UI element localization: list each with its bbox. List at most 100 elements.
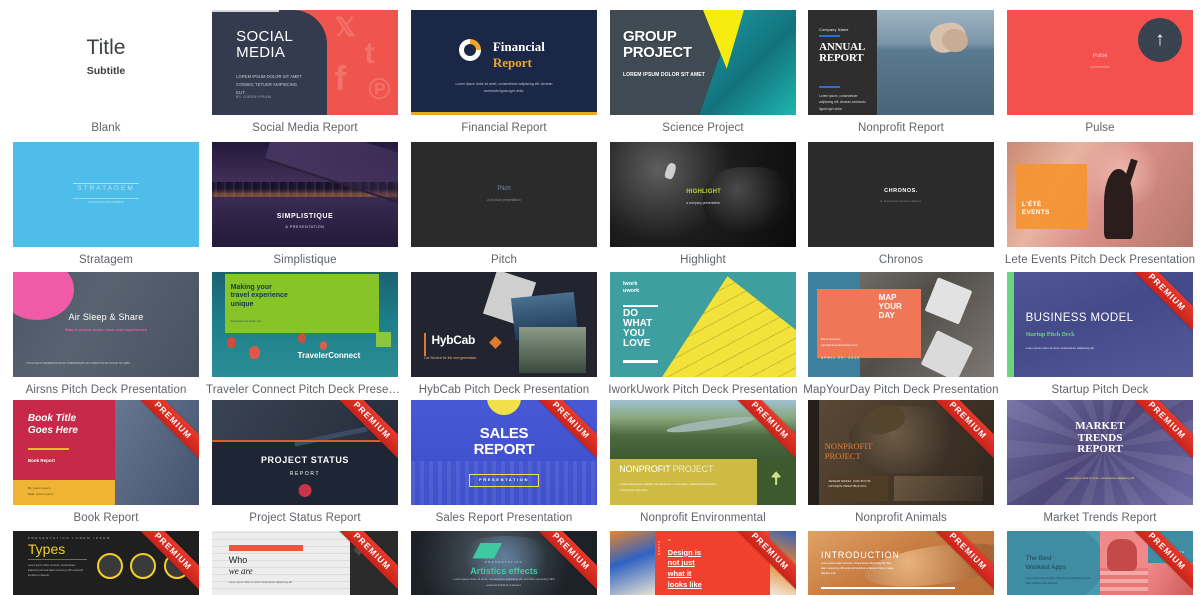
template-thumbnail-nonprofit-animals[interactable]: NONPROFIT PROJECT AENEAN MASSA. CUM SOCI… [808, 400, 994, 505]
template-card-highlight[interactable]: HIGHLIGHT a company presentation Highlig… [610, 142, 797, 270]
thumb-photo [874, 10, 994, 115]
template-card-blank[interactable]: Title Subtitle Blank [13, 10, 200, 140]
template-card-chronos[interactable]: CHRONOS. a business presentation Chronos [808, 142, 995, 270]
template-card-artistic-effects[interactable]: PRESENTATION Artistics effects Lorem ips… [411, 531, 598, 595]
thumb-background: Pitch a product presentation [411, 142, 597, 247]
template-card-market-trends-report[interactable]: MARKET TRENDS REPORT Lorem ipsum dolor s… [1007, 400, 1194, 530]
template-card-nonprofit-animals[interactable]: NONPROFIT PROJECT AENEAN MASSA. CUM SOCI… [808, 400, 995, 530]
template-thumbnail-mapyourday[interactable]: MAP YOUR DAY Name Surname name@nameofcom… [808, 272, 994, 377]
thumb-body: Name Surname name@nameofcompany.com [821, 337, 858, 347]
thumb-rule [72, 182, 140, 184]
template-thumbnail-pulse[interactable]: ↑ Pulse a presentation [1007, 10, 1193, 115]
template-caption: Startup Pitch Deck [1051, 384, 1149, 396]
thumb-rule [623, 360, 659, 363]
thumb-side-panel [808, 400, 820, 505]
template-thumbnail-project-status-report[interactable]: PROJECT STATUS REPORT PREMIUM [212, 400, 398, 505]
thumb-background: SIMPLISTIQUE A PRESENTATION [212, 142, 398, 247]
template-card-startup-pitch-deck[interactable]: BUSINESS MODEL Startup Pitch Deck Lorem … [1007, 272, 1194, 400]
template-card-design-quote[interactable]: ““ QUOTE Design is not just what it look… [610, 531, 797, 595]
decorative-glyph: f [334, 60, 347, 99]
thumb-eyebrow: Company Name [819, 27, 849, 32]
photo-rock [703, 167, 789, 233]
thumb-title: MAP YOUR DAY [878, 293, 902, 321]
donut-chart-icon [459, 39, 482, 62]
template-thumbnail-science-project[interactable]: GROUP PROJECT LOREM IPSUM DOLOR SIT AMET [610, 10, 796, 115]
thumb-side-label: QUOTE [658, 540, 662, 556]
template-card-mapyourday[interactable]: MAP YOUR DAY Name Surname name@nameofcom… [803, 272, 999, 400]
thumb-title: PROJECT STATUS [260, 454, 350, 465]
template-thumbnail-sales-report[interactable]: SALES REPORT PRESENTATION PREMIUM [411, 400, 597, 505]
template-caption: MapYourDay Pitch Deck Presentation [803, 384, 999, 396]
thumb-subtitle: Startup Pitch Deck [1025, 331, 1075, 338]
template-thumbnail-introduction[interactable]: INTRODUCTION Lorem ipsum dolor sit amet,… [808, 531, 994, 595]
template-thumbnail-nonprofit-environmental[interactable]: NONPROFIT PROJECT Lorem ipsum porta, fri… [610, 400, 796, 505]
template-caption: HybCab Pitch Deck Presentation [418, 384, 590, 396]
thumb-body: AENEAN MASSA. CUM SOCIIS NATOQUE PENATIB… [828, 479, 871, 488]
template-card-pitch[interactable]: Pitch a product presentation Pitch [411, 142, 598, 270]
template-card-best-workout-apps[interactable]: The Best Workout Apps Lorem ipsum dolor … [1007, 531, 1194, 595]
thumb-subtitle: a product presentation [487, 197, 521, 202]
template-caption: Social Media Report [252, 122, 358, 134]
template-thumbnail-nonprofit-report[interactable]: Company Name ANNUAL REPORT Lorem ipsum, … [808, 10, 994, 115]
template-card-project-status-report[interactable]: PROJECT STATUS REPORT PREMIUM Project St… [212, 400, 399, 530]
template-thumbnail-chronos[interactable]: CHRONOS. a business presentation [808, 142, 994, 247]
template-thumbnail-book-report[interactable]: Book Title Goes Here Book Report By: Lor… [13, 400, 199, 505]
template-caption: Nonprofit Animals [855, 512, 947, 524]
template-thumbnail-stratagem[interactable]: STRATAGEM a business presentation [13, 142, 199, 247]
template-card-hybcab[interactable]: HybCab Car Service for the new generatio… [411, 272, 598, 400]
template-thumbnail-design-quote[interactable]: ““ QUOTE Design is not just what it look… [610, 531, 796, 595]
briefcase-icon [375, 331, 391, 347]
template-thumbnail-market-trends-report[interactable]: MARKET TRENDS REPORT Lorem ipsum dolor s… [1007, 400, 1193, 505]
template-thumbnail-startup-pitch-deck[interactable]: BUSINESS MODEL Startup Pitch Deck Lorem … [1007, 272, 1193, 377]
template-card-airsns[interactable]: Air Sleep & Share Stay in a local home, … [13, 272, 200, 400]
template-card-pulse[interactable]: ↑ Pulse a presentation Pulse [1007, 10, 1194, 140]
thumb-color-block [1016, 164, 1087, 230]
template-thumbnail-simplistique[interactable]: SIMPLISTIQUE A PRESENTATION [212, 142, 398, 247]
template-card-types[interactable]: PRESENTATION LOREM IPSUM Types Lorem ips… [13, 531, 200, 595]
decorative-glyph: t [364, 37, 375, 71]
template-card-introduction[interactable]: INTRODUCTION Lorem ipsum dolor sit amet,… [808, 531, 995, 595]
template-thumbnail-highlight[interactable]: HIGHLIGHT a company presentation [610, 142, 796, 247]
thumb-panel [212, 10, 328, 115]
photo-river [665, 413, 756, 436]
template-card-sales-report[interactable]: SALES REPORT PRESENTATION PREMIUM Sales … [411, 400, 598, 530]
template-card-book-report[interactable]: Book Title Goes Here Book Report By: Lor… [13, 400, 200, 530]
template-thumbnail-financial-report[interactable]: Financial Report Lorem ipsum dolor sit a… [411, 10, 597, 115]
photo-phone [920, 330, 974, 377]
template-thumbnail-artistic-effects[interactable]: PRESENTATION Artistics effects Lorem ips… [411, 531, 597, 595]
template-card-nonprofit-environmental[interactable]: NONPROFIT PROJECT Lorem ipsum porta, fri… [610, 400, 797, 530]
blank-title-text: Title [86, 36, 126, 59]
thumb-logo: TravelerConnect [297, 350, 361, 360]
template-card-stratagem[interactable]: STRATAGEM a business presentation Strata… [13, 142, 200, 270]
template-card-financial-report[interactable]: Financial Report Lorem ipsum dolor sit a… [411, 10, 598, 140]
thumb-subtitle: A PRESENTATION [285, 224, 325, 229]
template-thumbnail-traveler-connect[interactable]: Making your travel experience unique Pre… [212, 272, 398, 377]
template-card-science-project[interactable]: GROUP PROJECT LOREM IPSUM DOLOR SIT AMET… [610, 10, 797, 140]
thumb-subtitle: LOREM IPSUM DOLOR SIT AMET [623, 71, 705, 78]
template-thumbnail-social-media-report[interactable]: 𝕏 t f ℗ SOCIAL MEDIA LOREM IPSUM DOLOR S… [212, 10, 398, 115]
template-thumbnail-blank[interactable]: Title Subtitle [13, 10, 199, 115]
template-card-simplistique[interactable]: SIMPLISTIQUE A PRESENTATION Simplistique [212, 142, 399, 270]
template-card-traveler-connect[interactable]: Making your travel experience unique Pre… [206, 272, 404, 400]
thumb-title: GROUP PROJECT [623, 27, 692, 61]
template-card-who-we-are[interactable]: Who we are Lorem ipsum dolor sit amet co… [212, 531, 399, 595]
template-thumbnail-pitch[interactable]: Pitch a product presentation [411, 142, 597, 247]
template-thumbnail-lete-events[interactable]: L'ÉTÉ EVENTS [1007, 142, 1193, 247]
template-thumbnail-best-workout-apps[interactable]: The Best Workout Apps Lorem ipsum dolor … [1007, 531, 1193, 595]
template-card-lete-events[interactable]: L'ÉTÉ EVENTS Lete Events Pitch Deck Pres… [1005, 142, 1195, 270]
template-thumbnail-iworkuwork[interactable]: Iwork uwork DO WHAT YOU LOVE [610, 272, 796, 377]
thumb-subtitle: Car Service for the new generation [424, 356, 477, 360]
balloon-shape [319, 341, 327, 351]
thumb-background: Financial Report Lorem ipsum dolor sit a… [411, 10, 597, 115]
template-thumbnail-types[interactable]: PRESENTATION LOREM IPSUM Types Lorem ips… [13, 531, 199, 595]
thumb-rule [819, 35, 840, 38]
template-thumbnail-airsns[interactable]: Air Sleep & Share Stay in a local home, … [13, 272, 199, 377]
template-card-nonprofit-report[interactable]: Company Name ANNUAL REPORT Lorem ipsum, … [808, 10, 995, 140]
template-thumbnail-who-we-are[interactable]: Who we are Lorem ipsum dolor sit amet co… [212, 531, 398, 595]
template-card-iworkuwork[interactable]: Iwork uwork DO WHAT YOU LOVE IworkUwork … [608, 272, 798, 400]
template-card-social-media-report[interactable]: 𝕏 t f ℗ SOCIAL MEDIA LOREM IPSUM DOLOR S… [212, 10, 399, 140]
template-caption: Simplistique [273, 254, 337, 266]
thumb-background: GROUP PROJECT LOREM IPSUM DOLOR SIT AMET [610, 10, 796, 115]
photo-phone [924, 276, 973, 324]
template-thumbnail-hybcab[interactable]: HybCab Car Service for the new generatio… [411, 272, 597, 377]
